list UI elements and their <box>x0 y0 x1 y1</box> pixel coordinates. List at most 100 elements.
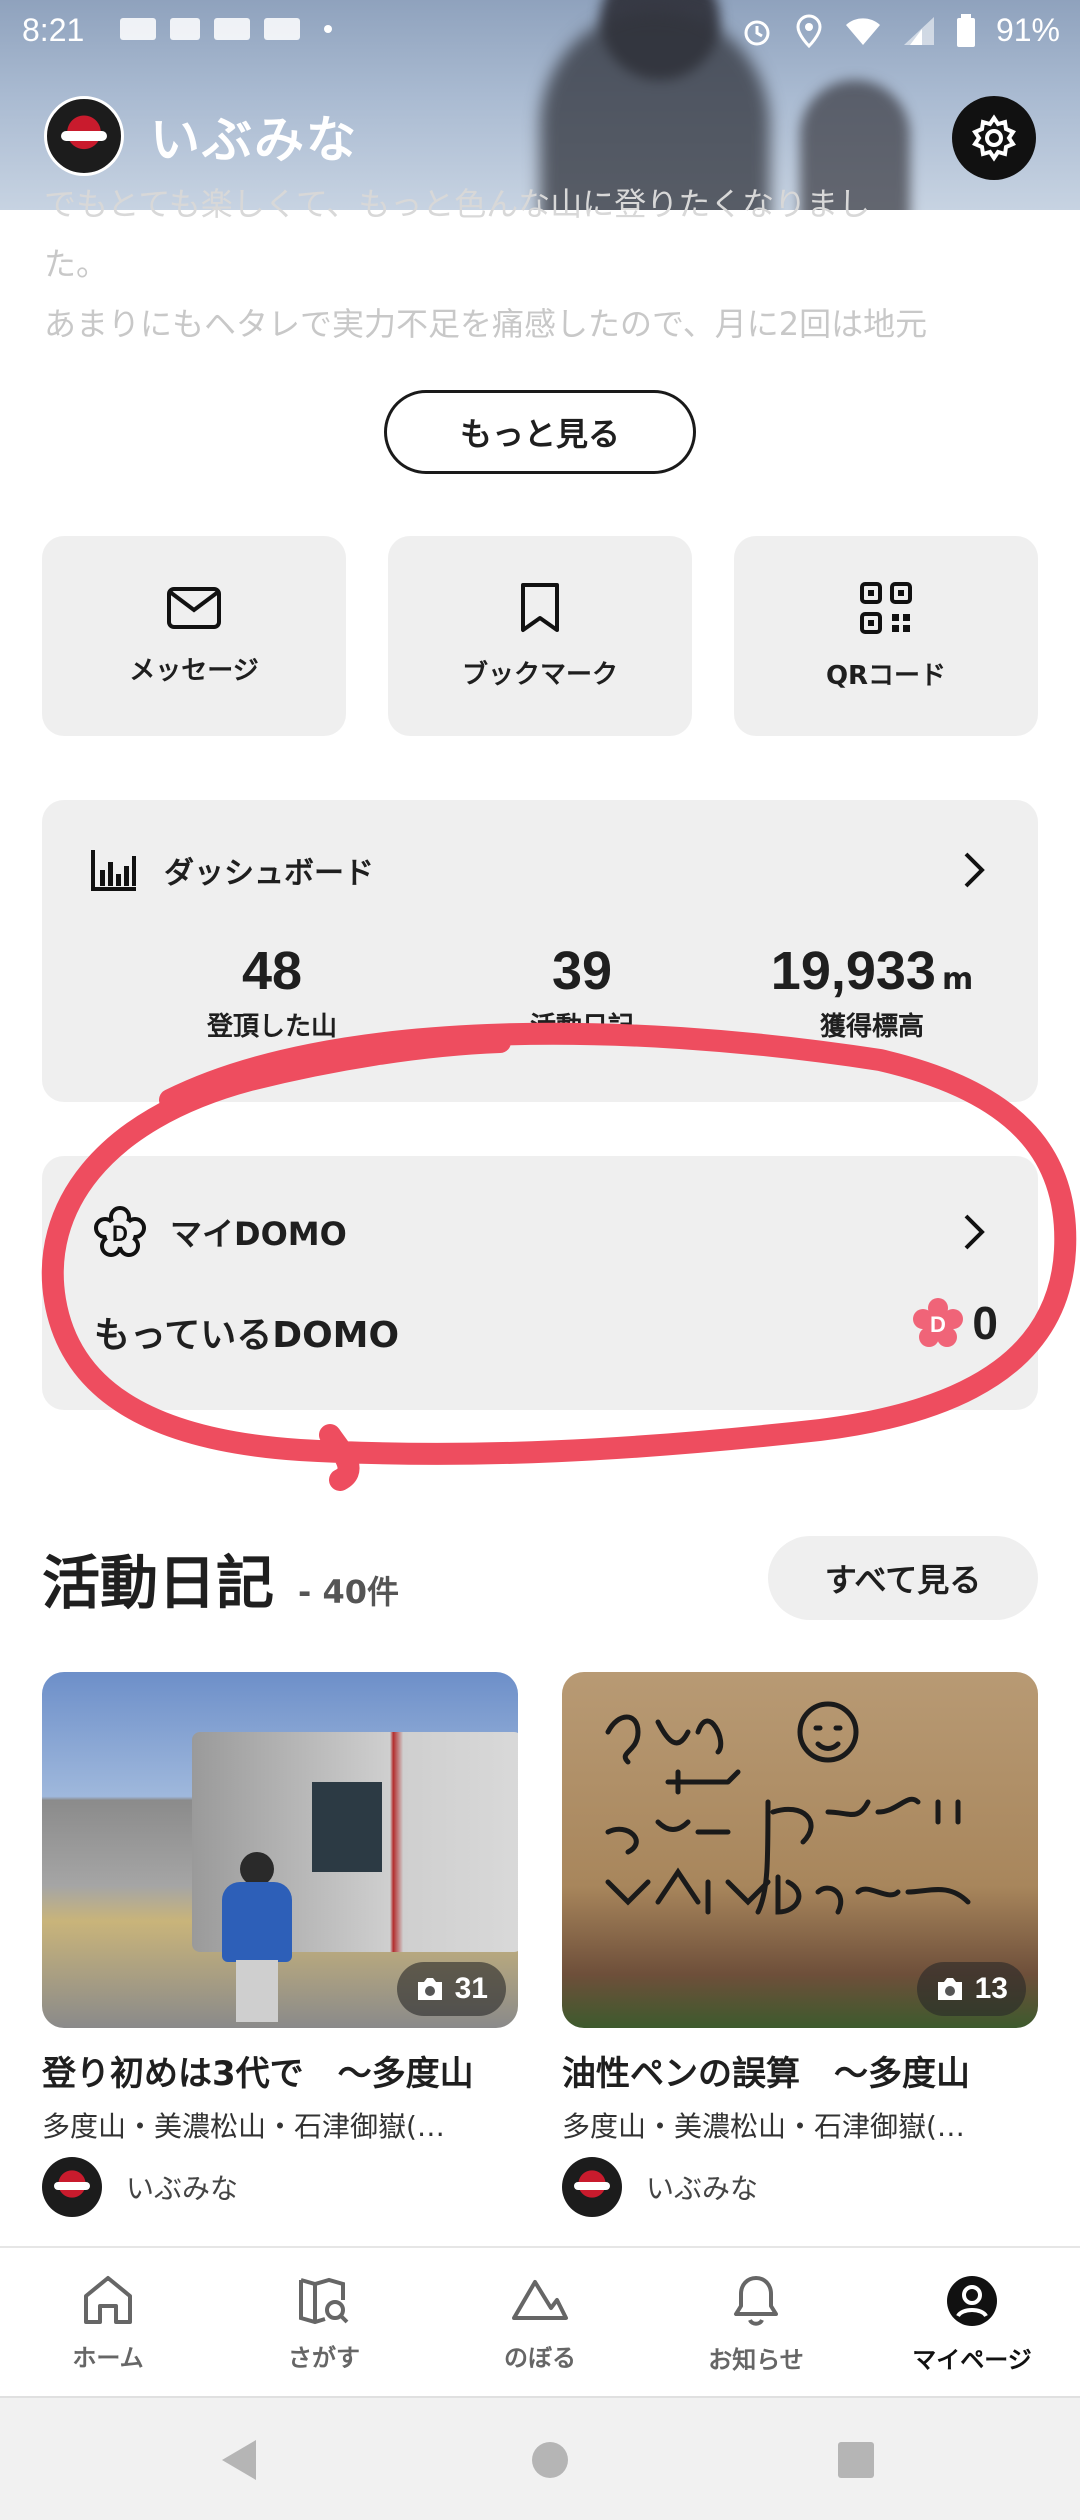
smartnews-icon <box>264 18 300 40</box>
qr-code-tile[interactable]: QRコード <box>734 536 1038 736</box>
wifi-icon <box>845 17 880 45</box>
avatar <box>562 2157 622 2217</box>
chevron-right-icon <box>964 852 985 888</box>
diary-author[interactable]: いぶみな <box>42 2157 518 2217</box>
bookmark-icon <box>521 582 559 632</box>
domo-flower-icon: D <box>94 1206 146 1257</box>
tile-label: QRコード <box>825 660 947 691</box>
profile-bio: でもとても楽しくて、もっと色んな山に登りたくなりまし た。 あまりにもヘタレで実… <box>44 185 1044 354</box>
stat-elevation-gain: 19,933 m 獲得標高 <box>692 940 1052 1043</box>
avatar[interactable] <box>44 96 124 176</box>
stat-caption: 活動日記 <box>529 1012 634 1042</box>
messages-tile[interactable]: メッセージ <box>42 536 346 736</box>
nav-climb[interactable]: のぼる <box>450 2274 630 2373</box>
diary-title[interactable]: 登り初めは3代で ～多度山 <box>42 2046 518 2095</box>
chevron-right-icon <box>964 1214 985 1250</box>
map-search-icon <box>299 2277 349 2325</box>
camera-icon <box>937 1978 962 2000</box>
nav-label: ホーム <box>72 2344 144 2372</box>
author-name: いぶみな <box>646 2172 759 2205</box>
diary-photo[interactable]: 31 <box>42 1672 518 2028</box>
train-window <box>312 1782 382 1872</box>
nav-label: のぼる <box>504 2344 576 2372</box>
dashboard-card[interactable]: ダッシュボード 48 登頂した山 39 活動日記 19,933 m 獲得標高 <box>42 800 1038 1102</box>
see-all-button[interactable]: すべて見る <box>768 1536 1038 1620</box>
stat-value: 19,933 <box>770 941 936 1001</box>
nav-mypage[interactable]: マイページ <box>882 2274 1062 2375</box>
bell-icon <box>734 2276 778 2326</box>
handwriting-image <box>605 1701 971 1915</box>
camera-icon <box>417 1978 442 2000</box>
domo-flower-icon: D <box>913 1298 964 1347</box>
stat-value: 39 <box>551 941 613 1001</box>
svg-text:D: D <box>112 1221 128 1246</box>
diary-count: - 40件 <box>298 1573 399 1611</box>
envelope-icon <box>167 586 221 629</box>
battery-icon <box>956 13 975 47</box>
nav-label: マイページ <box>912 2346 1032 2374</box>
stat-activity-diaries: 39 活動日記 <box>442 940 722 1043</box>
gear-icon <box>972 114 1016 162</box>
stat-unit: m <box>941 962 974 997</box>
nav-home[interactable]: ホーム <box>18 2274 198 2373</box>
stat-caption: 獲得標高 <box>819 1012 924 1042</box>
battery-percent: 91% <box>995 12 1060 48</box>
diary-author[interactable]: いぶみな <box>562 2157 1038 2217</box>
author-name: いぶみな <box>126 2172 239 2205</box>
diary-mountains: 多度山・美濃松山・石津御嶽(… <box>562 2110 965 2143</box>
system-indicators: 91% <box>740 12 1060 49</box>
stat-summited-mountains: 48 登頂した山 <box>152 940 392 1043</box>
home-circle-icon[interactable] <box>530 2438 570 2482</box>
more-notifications-dot <box>324 25 332 33</box>
smartnews-icon <box>214 18 250 40</box>
section-title: 活動日記 <box>42 1549 275 1617</box>
photo-count-badge: 31 <box>396 1962 506 2016</box>
status-bar: 8:21 91% <box>0 0 1080 64</box>
home-icon <box>84 2276 132 2324</box>
profile-identity: いぶみな <box>44 96 358 176</box>
tile-label: ブックマーク <box>461 659 618 690</box>
system-navigation-bar <box>0 2396 1080 2520</box>
status-time: 8:21 <box>22 12 85 48</box>
tile-label: メッセージ <box>129 655 259 686</box>
diary-title[interactable]: 油性ペンの誤算 ～多度山 <box>562 2046 1038 2095</box>
signal-icon <box>903 16 934 45</box>
diary-card[interactable]: 13 油性ペンの誤算 ～多度山 多度山・美濃松山・石津御嶽(… いぶみな <box>562 1672 1038 2217</box>
photo-count: 31 <box>454 1972 488 2005</box>
dashboard-header: ダッシュボード <box>90 848 374 892</box>
mountain-icon <box>512 2280 568 2320</box>
domo-count-value: 0 <box>972 1297 998 1349</box>
photo-count: 13 <box>974 1972 1008 2005</box>
nav-label: お知らせ <box>708 2346 804 2374</box>
activity-diary-header: 活動日記 - 40件 <box>42 1536 399 1620</box>
back-icon[interactable] <box>220 2438 260 2482</box>
svg-text:D: D <box>930 1312 946 1337</box>
bar-chart-icon <box>91 850 136 891</box>
show-more-button[interactable]: もっと見る <box>384 390 696 474</box>
notification-icons <box>120 18 332 40</box>
nav-notifications[interactable]: お知らせ <box>666 2274 846 2375</box>
domo-header: D マイDOMO <box>94 1206 347 1258</box>
bio-line: あまりにもヘタレで実力不足を痛感したので、月に2回は地元 <box>44 305 928 343</box>
avatar <box>42 2157 102 2217</box>
nav-label: さがす <box>288 2344 360 2372</box>
domo-title: マイDOMO <box>170 1215 347 1253</box>
gallery-icon <box>170 18 200 40</box>
person-image <box>222 1852 292 2022</box>
dashboard-title: ダッシュボード <box>164 856 374 891</box>
bookmarks-tile[interactable]: ブックマーク <box>388 536 692 736</box>
diary-photo[interactable]: 13 <box>562 1672 1038 2028</box>
person-icon <box>947 2276 997 2326</box>
recents-icon[interactable] <box>836 2438 876 2482</box>
my-domo-card[interactable]: D マイDOMO もっているDOMO D 0 <box>42 1156 1038 1410</box>
bio-line: た。 <box>44 245 109 283</box>
alarm-icon <box>744 20 770 45</box>
photo-count-badge: 13 <box>916 1962 1026 2016</box>
settings-button[interactable] <box>952 96 1036 180</box>
domo-subtitle: もっているDOMO <box>94 1315 400 1356</box>
diary-card[interactable]: 31 登り初めは3代で ～多度山 多度山・美濃松山・石津御嶽(… いぶみな <box>42 1672 518 2217</box>
stat-value: 48 <box>241 941 303 1001</box>
stat-caption: 登頂した山 <box>206 1012 337 1042</box>
qr-code-icon <box>860 581 912 634</box>
nav-search[interactable]: さがす <box>234 2274 414 2373</box>
